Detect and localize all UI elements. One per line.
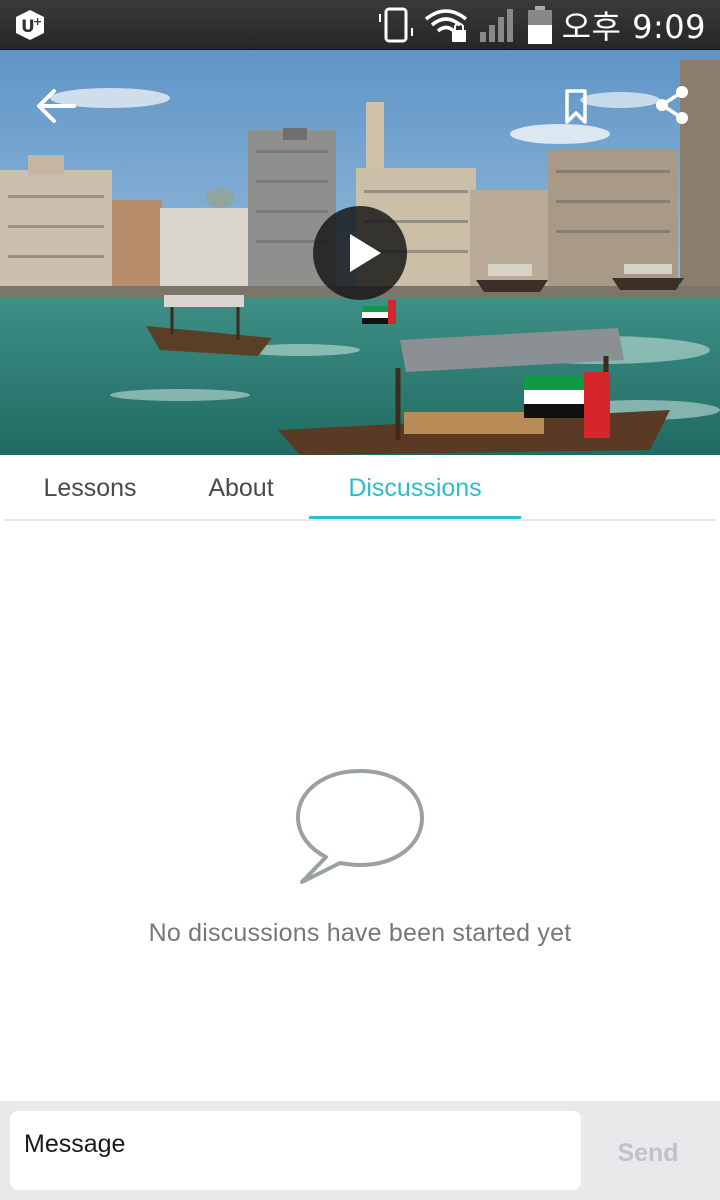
send-button[interactable]: Send xyxy=(596,1131,700,1175)
bookmark-icon[interactable] xyxy=(560,86,592,126)
svg-text:+: + xyxy=(33,15,42,28)
share-icon[interactable] xyxy=(652,84,692,126)
tab-lessons[interactable]: Lessons xyxy=(10,455,170,519)
play-button[interactable] xyxy=(313,206,407,300)
vibrate-icon xyxy=(378,7,413,43)
tab-bar: Lessons About Discussions xyxy=(0,455,720,521)
status-icons: 오후 9:09 xyxy=(376,0,706,50)
play-icon xyxy=(350,234,381,272)
status-bar: U + 오후 9:09 xyxy=(0,0,720,50)
empty-state-message: No discussions have been started yet xyxy=(148,919,572,947)
tab-about[interactable]: About xyxy=(172,455,310,519)
battery-icon xyxy=(527,6,552,44)
hero-video[interactable] xyxy=(0,50,720,455)
carrier-logo-icon: U + xyxy=(16,10,44,40)
message-input[interactable] xyxy=(10,1111,581,1190)
status-time: 오후 9:09 xyxy=(561,8,706,46)
message-composer: Send xyxy=(0,1101,720,1200)
tab-discussions[interactable]: Discussions xyxy=(309,455,521,519)
active-tab-indicator xyxy=(309,516,521,519)
discussions-empty-state: No discussions have been started yet xyxy=(0,521,720,1101)
back-arrow-icon[interactable] xyxy=(34,86,78,126)
signal-icon xyxy=(479,9,513,42)
speech-bubble-icon xyxy=(296,769,424,884)
wifi-lock-icon xyxy=(424,9,467,42)
